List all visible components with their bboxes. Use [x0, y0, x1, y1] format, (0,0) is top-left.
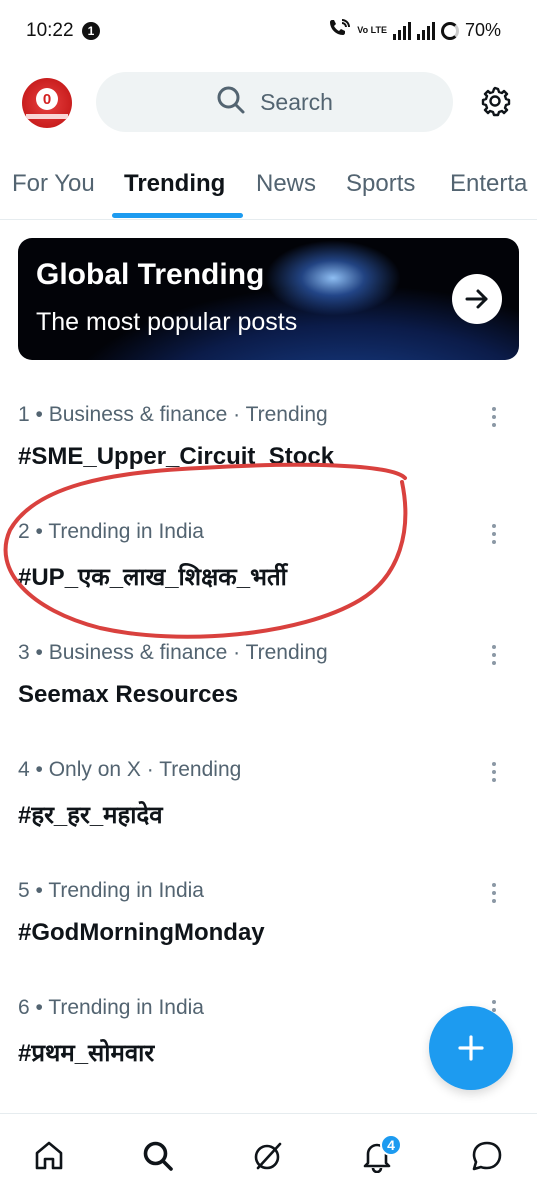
search-icon [216, 85, 246, 120]
tab-entertainment[interactable]: Enterta [450, 170, 527, 198]
nav-grok[interactable] [248, 1136, 288, 1176]
arrow-right-icon [465, 289, 488, 309]
search-placeholder: Search [260, 88, 333, 115]
tab-active-indicator [112, 213, 243, 218]
compose-button[interactable] [429, 1006, 513, 1090]
search-input[interactable]: Search [96, 72, 453, 132]
more-options-icon[interactable] [484, 881, 504, 905]
trend-topic: #SME_Upper_Circuit_Stock [18, 443, 335, 470]
signal-icon-2 [416, 21, 435, 40]
trend-topic: Seemax Resources [18, 681, 239, 708]
nav-messages[interactable] [467, 1136, 507, 1176]
banner-arrow-button[interactable] [452, 274, 502, 324]
notification-count-badge: 1 [82, 22, 100, 40]
avatar[interactable]: 0 [22, 78, 72, 128]
trend-item[interactable]: 5 • Trending in India #GodMorningMonday [0, 879, 537, 997]
more-options-icon[interactable] [484, 405, 504, 429]
avatar-strip [26, 114, 68, 119]
trend-meta: 6 • Trending in India [18, 996, 204, 1019]
more-options-icon[interactable] [484, 760, 504, 784]
signal-icon [392, 21, 411, 40]
trend-meta: 5 • Trending in India [18, 879, 204, 902]
battery-level: 70% [464, 20, 501, 40]
avatar-badge: 0 [36, 88, 58, 110]
trend-meta: 3 • Business & finance · Trending [18, 641, 328, 664]
tab-trending[interactable]: Trending [124, 170, 225, 198]
trend-meta: 2 • Trending in India [18, 520, 204, 543]
trend-item[interactable]: 4 • Only on X · Trending #हर_हर_महादेव [0, 758, 537, 876]
trend-topic: #GodMorningMonday [18, 919, 265, 946]
settings-button[interactable] [476, 84, 514, 122]
banner-subtitle: The most popular posts [36, 308, 298, 336]
status-time: 10:22 [26, 20, 74, 41]
trend-meta: 4 • Only on X · Trending [18, 758, 242, 781]
bottom-nav: 4 [0, 1113, 537, 1199]
global-trending-banner[interactable]: Global Trending The most popular posts [18, 238, 519, 360]
trend-topic: #प्रथम_सोमवार [18, 1040, 155, 1067]
trend-item[interactable]: 3 • Business & finance · Trending Seemax… [0, 641, 537, 759]
grok-icon [254, 1142, 282, 1170]
header: 0 Search [0, 66, 537, 140]
banner-title: Global Trending [36, 258, 265, 291]
messages-icon [472, 1141, 502, 1171]
wifi-call-icon [327, 18, 351, 43]
search-icon [143, 1141, 173, 1171]
trend-topic: #UP_एक_लाख_शिक्षक_भर्ती [18, 564, 287, 591]
status-bar: 10:22 1 Vo LTE 70% [0, 0, 537, 62]
nav-home[interactable] [29, 1136, 69, 1176]
status-icons: Vo LTE 70% [327, 18, 501, 43]
tab-bar: For You Trending News Sports Enterta [0, 150, 537, 220]
trend-item[interactable]: 1 • Business & finance · Trending #SME_U… [0, 403, 537, 521]
trend-item[interactable]: 2 • Trending in India #UP_एक_लाख_शिक्षक_… [0, 520, 537, 638]
notification-badge: 4 [380, 1134, 402, 1156]
plus-icon [458, 1035, 484, 1061]
trend-meta: 1 • Business & finance · Trending [18, 403, 328, 426]
gear-icon [479, 85, 511, 122]
more-options-icon[interactable] [484, 522, 504, 546]
volte-label: Vo LTE [357, 25, 387, 35]
tab-for-you[interactable]: For You [12, 170, 95, 198]
tab-news[interactable]: News [256, 170, 316, 198]
home-icon [35, 1141, 63, 1170]
tab-sports[interactable]: Sports [346, 170, 415, 198]
trend-topic: #हर_हर_महादेव [18, 802, 163, 829]
battery-icon [440, 21, 459, 40]
nav-search[interactable] [138, 1136, 178, 1176]
more-options-icon[interactable] [484, 643, 504, 667]
